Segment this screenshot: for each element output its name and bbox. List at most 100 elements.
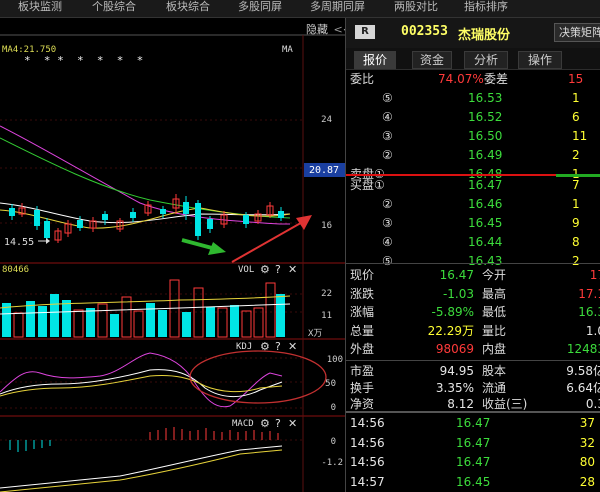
tick-time: 14:56: [350, 416, 385, 430]
ask-price: 16.50: [468, 129, 503, 143]
stats-label: 涨幅: [350, 305, 375, 319]
bid-volume: 1: [572, 197, 580, 211]
top-tab-bar: 板块监测 个股综合 板块综合 多股同屏 多周期同屏 两股对比 指标排序: [0, 0, 600, 18]
decision-matrix-button[interactable]: 决策矩阵: [554, 23, 600, 42]
kline-chart-area[interactable]: 14.55 24 16 22 11 X万 100 50 0 0 -1.2 20.…: [0, 18, 345, 492]
stats-value: 1.0: [585, 323, 600, 338]
tick-time: 14:57: [350, 474, 385, 489]
tab-operation[interactable]: 操作: [518, 51, 562, 69]
stats-row: 总量 22.29万量比 1.0: [346, 322, 600, 341]
top-tab-compare[interactable]: 两股对比: [394, 0, 456, 18]
weibi-label: 委比: [350, 72, 375, 86]
price-axis-tick: 24: [321, 115, 332, 125]
ma-indicator-label: MA: [282, 45, 293, 55]
macd-gear-icon[interactable]: ⚙: [260, 417, 270, 430]
hide-panel-button[interactable]: 隐藏 <<: [306, 21, 345, 37]
stock-name: 杰瑞股份: [458, 28, 511, 43]
quote-tabs: 报价 资金 分析 操作: [346, 48, 600, 70]
tick-row: 14:57 16.45 28: [346, 473, 600, 492]
ask-level-label: ④: [382, 110, 393, 124]
ask-volume: 11: [572, 129, 588, 143]
section-divider: [346, 263, 600, 264]
volume-bars: [2, 279, 285, 338]
stats-label: 现价: [350, 268, 375, 282]
stock-code: 002353: [401, 24, 448, 39]
vol-axis-tick: 11: [321, 311, 332, 321]
vol-indicator-label: VOL: [238, 265, 254, 275]
signal-stars: * * * * * * *: [24, 54, 143, 67]
kdj-axis-tick: 0: [331, 403, 336, 413]
vol-help-icon[interactable]: ?: [275, 263, 281, 276]
top-tab-sector-monitor[interactable]: 板块监测: [18, 0, 86, 18]
weicha-value: 15: [568, 72, 584, 86]
kdj-gear-icon[interactable]: ⚙: [260, 340, 270, 353]
green-arrow-icon: [181, 238, 213, 250]
stats-value: 16.3: [578, 305, 600, 319]
stats-label: 总量: [350, 323, 375, 338]
tab-analysis[interactable]: 分析: [464, 51, 508, 69]
stats-label: 最高: [482, 286, 507, 301]
bid-volume: 7: [572, 178, 580, 192]
kdj-axis-tick: 100: [327, 355, 343, 365]
low-price-label: 14.55: [4, 237, 34, 248]
kdj-help-icon[interactable]: ?: [275, 340, 281, 353]
macd-close-icon[interactable]: ✕: [288, 417, 297, 430]
vol-axis-tick: 22: [321, 289, 332, 299]
vol-value-label: 80466: [2, 265, 29, 275]
tick-row: 14:56 16.47 32: [346, 434, 600, 453]
ask-price: 16.49: [468, 148, 503, 162]
bid-row: ④ 16.44 8: [346, 233, 600, 252]
candlesticks: [9, 194, 284, 243]
top-tab-indicator-sort[interactable]: 指标排序: [464, 0, 536, 18]
ask-row: ⑤ 16.53 1: [346, 89, 600, 108]
tab-quote[interactable]: 报价: [354, 51, 396, 69]
bid-level-label: ③: [382, 216, 393, 230]
tick-price: 16.47: [456, 435, 491, 450]
top-tab-sector-overview[interactable]: 板块综合: [166, 0, 234, 18]
tick-time: 14:56: [350, 435, 385, 450]
red-arrow-icon: [231, 219, 307, 263]
tick-volume: 80: [579, 455, 595, 469]
top-tab-stock-overview[interactable]: 个股综合: [92, 0, 160, 18]
quote-panel: R 002353 杰瑞股份 决策矩阵 报价 资金 分析 操作 委比 74.07%…: [345, 18, 600, 492]
section-divider: [346, 411, 600, 413]
tick-price: 16.45: [456, 474, 491, 489]
stats-value: 98069: [435, 342, 474, 356]
tick-row: 14:56 16.47 80: [346, 453, 600, 472]
section-divider: [346, 360, 600, 361]
macd-help-icon[interactable]: ?: [275, 417, 281, 430]
tick-price: 16.47: [456, 455, 491, 469]
ask-volume: 1: [572, 91, 580, 105]
ask-price: 16.52: [468, 110, 503, 124]
ask-row: ② 16.49 2: [346, 146, 600, 165]
stats-value: 22.29万: [427, 323, 474, 338]
ask-volume: 2: [572, 148, 580, 162]
stats-label: 外盘: [350, 342, 375, 356]
tab-funds[interactable]: 资金: [412, 51, 452, 69]
tick-volume: 32: [579, 435, 595, 450]
top-tab-multi-stock[interactable]: 多股同屏: [238, 0, 306, 18]
kdj-indicator-label: KDJ: [236, 342, 252, 352]
bid-volume: 8: [572, 235, 580, 249]
vol-close-icon[interactable]: ✕: [288, 263, 297, 276]
stats-label: 今开: [482, 268, 507, 282]
kdj-close-icon[interactable]: ✕: [288, 340, 297, 353]
ask-level-label: ③: [382, 129, 393, 143]
stats-value: 12483: [566, 342, 600, 356]
tick-volume: 37: [579, 416, 595, 430]
price-axis-tick: 16: [321, 221, 332, 231]
stats-value: 17: [589, 268, 600, 282]
ask-row: ③ 16.50 11: [346, 127, 600, 146]
stats-label: 量比: [482, 323, 507, 338]
macd-axis-tick: 0: [331, 437, 336, 447]
stats-row: 现价 16.47 今开 17: [346, 266, 600, 285]
quote-header: R 002353 杰瑞股份 决策矩阵: [346, 18, 600, 48]
tick-price: 16.47: [456, 416, 491, 430]
stats-value: -1.03: [442, 286, 474, 301]
weicha-label: 委差: [484, 72, 509, 86]
ask-level-label: ②: [382, 148, 393, 162]
top-tab-multi-period[interactable]: 多周期同屏: [310, 0, 390, 18]
ask-row: ④ 16.52 6: [346, 108, 600, 127]
vol-gear-icon[interactable]: ⚙: [260, 263, 270, 276]
stats-label: 涨跌: [350, 286, 375, 301]
